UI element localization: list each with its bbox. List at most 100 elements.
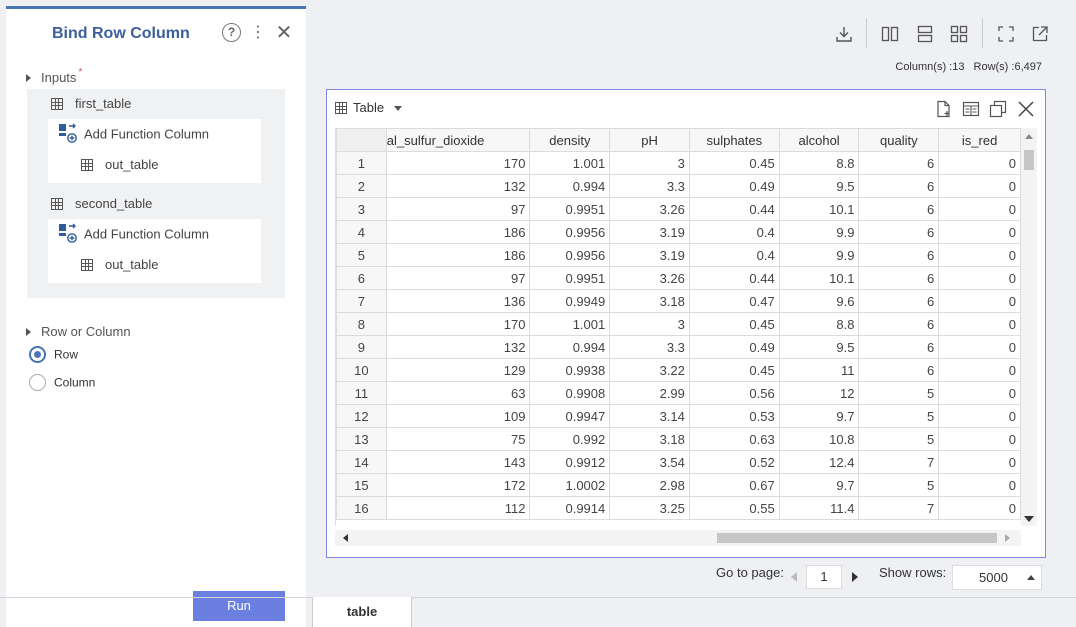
table-cell[interactable]: 3.26 bbox=[609, 266, 690, 290]
column-header[interactable]: al_sulfur_dioxide bbox=[385, 128, 531, 152]
table-cell[interactable]: 109 bbox=[385, 404, 531, 428]
table-cell[interactable]: 6 bbox=[858, 335, 940, 359]
table-cell[interactable]: 0 bbox=[938, 427, 1021, 451]
row-number[interactable]: 2 bbox=[336, 174, 387, 198]
table-row[interactable]: 9 132 0.994 3.3 0.49 9.5 6 0 bbox=[336, 335, 1021, 359]
table-cell[interactable]: 11.4 bbox=[778, 496, 860, 520]
table-cell[interactable]: 0.45 bbox=[688, 312, 780, 336]
four-grid-layout-icon[interactable] bbox=[949, 24, 969, 44]
table-cell[interactable]: 0 bbox=[938, 450, 1021, 474]
horizontal-scrollbar[interactable] bbox=[335, 530, 1021, 546]
table-cell[interactable]: 9.5 bbox=[778, 174, 860, 198]
row-number[interactable]: 14 bbox=[336, 450, 387, 474]
table-cell[interactable]: 3.18 bbox=[609, 289, 690, 313]
table-cell[interactable]: 3 bbox=[609, 151, 690, 175]
table-cell[interactable]: 0 bbox=[938, 335, 1021, 359]
table-cell[interactable]: 5 bbox=[858, 473, 940, 497]
table-cell[interactable]: 6 bbox=[858, 358, 940, 382]
table-cell[interactable]: 3.54 bbox=[609, 450, 690, 474]
table-cell[interactable]: 0 bbox=[938, 266, 1021, 290]
help-icon[interactable]: ? bbox=[222, 23, 241, 42]
column-settings-icon[interactable] bbox=[962, 100, 980, 118]
input-first-table[interactable]: first_table bbox=[51, 96, 131, 111]
table-cell[interactable]: 3.25 bbox=[609, 496, 690, 520]
table-cell[interactable]: 0.44 bbox=[688, 266, 780, 290]
table-row[interactable]: 12 109 0.9947 3.14 0.53 9.7 5 0 bbox=[336, 404, 1021, 428]
row-number[interactable]: 8 bbox=[336, 312, 387, 336]
table-cell[interactable]: 10.1 bbox=[778, 266, 860, 290]
table-cell[interactable]: 0.67 bbox=[688, 473, 780, 497]
table-cell[interactable]: 1.001 bbox=[529, 312, 611, 336]
table-cell[interactable]: 0.994 bbox=[529, 335, 611, 359]
table-cell[interactable]: 0.9951 bbox=[529, 197, 611, 221]
table-cell[interactable]: 0.9956 bbox=[529, 243, 611, 267]
input-second-table[interactable]: second_table bbox=[51, 196, 152, 211]
download-icon[interactable] bbox=[834, 24, 854, 44]
row-number[interactable]: 5 bbox=[336, 243, 387, 267]
column-header[interactable]: quality bbox=[858, 128, 940, 152]
table-cell[interactable]: 0.9947 bbox=[529, 404, 611, 428]
row-or-column-section-toggle[interactable]: Row or Column bbox=[26, 324, 131, 339]
table-cell[interactable]: 9.5 bbox=[778, 335, 860, 359]
table-row[interactable]: 3 97 0.9951 3.26 0.44 10.1 6 0 bbox=[336, 197, 1021, 221]
table-row[interactable]: 8 170 1.001 3 0.45 8.8 6 0 bbox=[336, 312, 1021, 336]
table-cell[interactable]: 0.63 bbox=[688, 427, 780, 451]
table-cell[interactable]: 8.8 bbox=[778, 312, 860, 336]
two-column-layout-icon[interactable] bbox=[880, 24, 900, 44]
table-cell[interactable]: 0.9938 bbox=[529, 358, 611, 382]
first-add-function-column[interactable]: Add Function Column bbox=[58, 123, 209, 145]
inputs-section-toggle[interactable]: Inputs * bbox=[26, 67, 82, 85]
table-cell[interactable]: 9.9 bbox=[778, 220, 860, 244]
table-cell[interactable]: 3.18 bbox=[609, 427, 690, 451]
table-cell[interactable]: 6 bbox=[858, 151, 940, 175]
table-cell[interactable]: 8.8 bbox=[778, 151, 860, 175]
column-header[interactable]: alcohol bbox=[778, 128, 860, 152]
scroll-left-icon[interactable] bbox=[343, 534, 348, 542]
data-grid[interactable]: al_sulfur_dioxide density pH sulphates a… bbox=[335, 128, 1021, 526]
table-cell[interactable]: 0.9949 bbox=[529, 289, 611, 313]
table-cell[interactable]: 0 bbox=[938, 358, 1021, 382]
table-row[interactable]: 1 170 1.001 3 0.45 8.8 6 0 bbox=[336, 151, 1021, 175]
table-cell[interactable]: 143 bbox=[385, 450, 531, 474]
row-number[interactable]: 12 bbox=[336, 404, 387, 428]
table-cell[interactable]: 1.0002 bbox=[529, 473, 611, 497]
column-header[interactable]: density bbox=[529, 128, 611, 152]
table-cell[interactable]: 6 bbox=[858, 312, 940, 336]
duplicate-icon[interactable] bbox=[989, 100, 1007, 118]
table-row[interactable]: 7 136 0.9949 3.18 0.47 9.6 6 0 bbox=[336, 289, 1021, 313]
column-header[interactable]: sulphates bbox=[688, 128, 780, 152]
row-number[interactable]: 9 bbox=[336, 335, 387, 359]
table-row[interactable]: 15 172 1.0002 2.98 0.67 9.7 5 0 bbox=[336, 473, 1021, 497]
row-number[interactable]: 3 bbox=[336, 197, 387, 221]
table-cell[interactable]: 5 bbox=[858, 381, 940, 405]
table-cell[interactable]: 10.1 bbox=[778, 197, 860, 221]
table-cell[interactable]: 0.4 bbox=[688, 220, 780, 244]
table-cell[interactable]: 0 bbox=[938, 496, 1021, 520]
first-out-table[interactable]: out_table bbox=[81, 157, 159, 172]
table-cell[interactable]: 0.56 bbox=[688, 381, 780, 405]
table-cell[interactable]: 0 bbox=[938, 151, 1021, 175]
prev-page-icon[interactable] bbox=[791, 572, 797, 582]
table-cell[interactable]: 3.19 bbox=[609, 220, 690, 244]
table-cell[interactable]: 0.9914 bbox=[529, 496, 611, 520]
scroll-up-icon[interactable] bbox=[1025, 134, 1033, 139]
radio-column[interactable]: Column bbox=[29, 374, 95, 392]
table-row[interactable]: 2 132 0.994 3.3 0.49 9.5 6 0 bbox=[336, 174, 1021, 198]
table-cell[interactable]: 0.55 bbox=[688, 496, 780, 520]
scroll-down-icon[interactable] bbox=[1024, 516, 1034, 522]
table-cell[interactable]: 9.7 bbox=[778, 473, 860, 497]
table-cell[interactable]: 0.9956 bbox=[529, 220, 611, 244]
close-icon[interactable]: ✕ bbox=[274, 23, 294, 43]
table-cell[interactable]: 0.49 bbox=[688, 174, 780, 198]
table-cell[interactable]: 1.001 bbox=[529, 151, 611, 175]
new-document-icon[interactable] bbox=[935, 100, 953, 118]
column-header[interactable]: pH bbox=[609, 128, 690, 152]
table-cell[interactable]: 132 bbox=[385, 174, 531, 198]
table-cell[interactable]: 9.6 bbox=[778, 289, 860, 313]
table-cell[interactable]: 136 bbox=[385, 289, 531, 313]
table-cell[interactable]: 6 bbox=[858, 197, 940, 221]
table-row[interactable]: 14 143 0.9912 3.54 0.52 12.4 7 0 bbox=[336, 450, 1021, 474]
table-cell[interactable]: 0 bbox=[938, 473, 1021, 497]
table-cell[interactable]: 5 bbox=[858, 404, 940, 428]
horizontal-scroll-thumb[interactable] bbox=[717, 533, 997, 543]
